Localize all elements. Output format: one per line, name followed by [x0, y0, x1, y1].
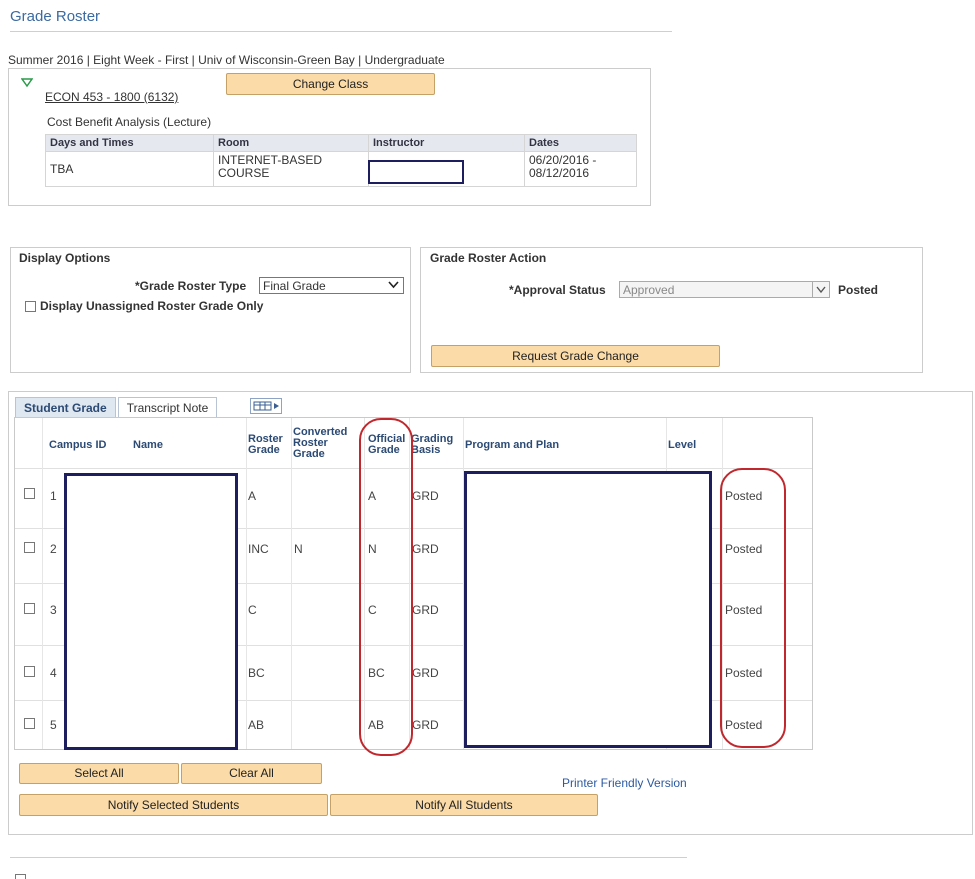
collapse-toggle-icon[interactable] — [20, 77, 34, 91]
instructor-redaction — [368, 160, 464, 184]
page-title: Grade Roster — [10, 8, 101, 25]
request-grade-change-button[interactable]: Request Grade Change — [431, 345, 720, 367]
row-checkbox[interactable] — [24, 718, 35, 729]
header-program-plan[interactable]: Program and Plan — [465, 440, 559, 451]
unassigned-checkbox[interactable] — [25, 301, 36, 312]
notify-selected-button[interactable]: Notify Selected Students — [19, 794, 328, 816]
col-days-times: Days and Times — [45, 134, 214, 152]
grading-basis-cell: GRD — [412, 489, 439, 503]
converted-grade-cell: N — [294, 542, 303, 556]
display-options-header: Display Options — [19, 251, 111, 265]
roster-grade-cell: INC — [248, 542, 269, 556]
student-name-redaction — [64, 473, 238, 750]
roster-grade-cell: AB — [248, 718, 265, 732]
header-level[interactable]: Level — [668, 440, 696, 451]
grading-basis-cell: GRD — [412, 542, 439, 556]
col-dates: Dates — [524, 134, 637, 152]
tab-student-grade[interactable]: Student Grade — [15, 397, 116, 418]
show-all-columns-icon[interactable] — [250, 398, 282, 414]
roster-type-select[interactable]: Final Grade — [259, 277, 404, 294]
chevron-down-icon — [388, 279, 399, 293]
row-number: 3 — [50, 603, 57, 617]
roster-tabs: Student Grade Transcript Note — [15, 397, 219, 418]
posted-status-annotation — [720, 468, 786, 748]
printer-friendly-link[interactable]: Printer Friendly Version — [562, 776, 687, 790]
approval-status-label: *Approval Status — [509, 283, 606, 297]
roster-action-header: Grade Roster Action — [430, 251, 547, 265]
room-value: INTERNET-BASED COURSE — [213, 151, 369, 187]
approval-posted-status: Posted — [838, 283, 879, 297]
row-number: 1 — [50, 489, 57, 503]
roster-type-label: *Grade Roster Type — [135, 279, 247, 293]
notify-all-button[interactable]: Notify All Students — [330, 794, 598, 816]
row-number: 5 — [50, 718, 57, 732]
grading-basis-cell: GRD — [412, 603, 439, 617]
clear-all-button[interactable]: Clear All — [181, 763, 322, 784]
header-grading-line2: Basis — [411, 444, 441, 456]
row-number: 4 — [50, 666, 57, 680]
dates-value: 06/20/2016 - 08/12/2016 — [524, 151, 637, 187]
row-checkbox[interactable] — [24, 666, 35, 677]
header-campus-id[interactable]: Campus ID — [49, 440, 106, 451]
class-link[interactable]: ECON 453 - 1800 (6132) — [45, 90, 178, 104]
term-line: Summer 2016 | Eight Week - First | Univ … — [8, 53, 445, 67]
select-all-button[interactable]: Select All — [19, 763, 179, 784]
col-instructor: Instructor — [368, 134, 525, 152]
row-checkbox[interactable] — [24, 542, 35, 553]
class-schedule-table: Days and Times Room Instructor Dates TBA… — [45, 134, 637, 187]
header-grading-basis[interactable]: Grading Basis — [411, 434, 453, 456]
header-converted-line3: Grade — [293, 448, 325, 460]
header-converted-roster-grade[interactable]: Converted Roster Grade — [293, 427, 347, 460]
row-number: 2 — [50, 542, 57, 556]
roster-type-value: Final Grade — [263, 279, 326, 293]
header-roster-grade[interactable]: Roster Grade — [248, 434, 283, 456]
chevron-down-icon — [812, 282, 829, 297]
class-description: Cost Benefit Analysis (Lecture) — [47, 115, 212, 129]
roster-grade-cell: A — [248, 489, 257, 503]
official-grade-annotation — [359, 418, 413, 756]
roster-grade-cell: C — [248, 603, 257, 617]
days-times-value: TBA — [45, 151, 214, 187]
change-class-button[interactable]: Change Class — [226, 73, 435, 95]
program-plan-redaction — [464, 471, 712, 748]
grading-basis-cell: GRD — [412, 666, 439, 680]
row-checkbox[interactable] — [24, 488, 35, 499]
header-roster-grade-line2: Grade — [248, 444, 280, 456]
bottom-divider — [10, 857, 687, 858]
unassigned-label: Display Unassigned Roster Grade Only — [40, 299, 264, 313]
tab-transcript-note[interactable]: Transcript Note — [117, 397, 218, 418]
grading-basis-cell: GRD — [412, 718, 439, 732]
title-divider — [10, 31, 672, 32]
approval-status-value: Approved — [623, 283, 675, 297]
bottom-checkbox[interactable] — [15, 874, 26, 879]
approval-status-select: Approved — [619, 281, 830, 298]
header-name[interactable]: Name — [133, 440, 163, 451]
row-checkbox[interactable] — [24, 603, 35, 614]
roster-grade-cell: BC — [248, 666, 265, 680]
col-room: Room — [213, 134, 369, 152]
